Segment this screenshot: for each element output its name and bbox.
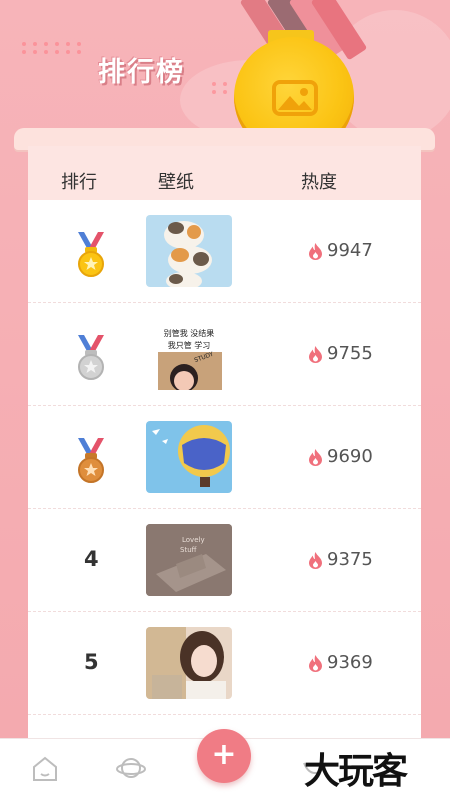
image-icon [272,80,318,116]
heat-value: 9947 [307,240,373,261]
column-header-heat: 热度 [301,172,337,193]
rank-number: 4 [84,547,99,571]
heat-value: 9369 [307,652,373,673]
column-header-wallpaper: 壁纸 [158,172,194,193]
bg-dots [212,82,230,94]
ranking-row[interactable]: 别管我 没结果 我只管 学习 STUDY 9755 [28,303,421,406]
wallpaper-thumbnail[interactable] [146,421,232,493]
home-icon[interactable] [30,753,60,783]
wallpaper-thumbnail[interactable]: Lovely Stuff [146,524,232,596]
heat-value: 9690 [307,446,373,467]
silver-medal-icon [78,335,104,380]
wallpaper-thumbnail[interactable] [146,215,232,287]
heat-value: 9755 [307,343,373,364]
ranking-row[interactable]: 9690 [28,406,421,509]
gold-medal-icon [78,232,104,277]
heat-value: 9375 [307,549,373,570]
flame-icon [309,345,322,363]
ranking-row[interactable]: 4 Lovely Stuff 9375 [28,509,421,612]
rank-number: 5 [84,650,99,674]
wallpaper-thumbnail[interactable] [146,627,232,699]
flame-icon [309,551,322,569]
wallpaper-thumbnail[interactable]: 别管我 没结果 我只管 学习 STUDY [146,318,232,390]
page-title: 排行榜 [98,57,185,88]
watermark-logo: 大玩客 [304,750,408,792]
ranking-board: 排行 壁纸 热度 9947 别管我 没结果 我只管 学习 STUDY 9755 … [14,128,435,740]
ranking-row[interactable]: 9947 [28,200,421,303]
bronze-medal-icon [78,438,104,483]
column-header-rank: 排行 [61,172,97,193]
add-button[interactable]: + [197,729,251,783]
bg-dots [22,42,84,54]
ranking-list: 9947 别管我 没结果 我只管 学习 STUDY 9755 9690 4 Lo… [28,200,421,740]
flame-icon [309,242,322,260]
planet-icon[interactable] [116,753,146,783]
ranking-row[interactable]: 5 9369 [28,612,421,715]
flame-icon [309,448,322,466]
flame-icon [309,654,322,672]
